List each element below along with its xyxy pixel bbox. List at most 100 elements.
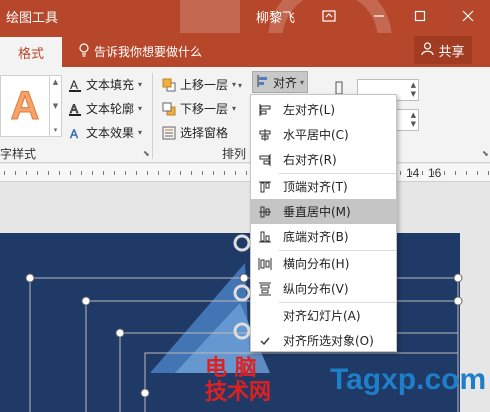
text-effects-icon: A	[68, 126, 82, 140]
align-dropdown-menu: 左对齐(L) 水平居中(C) 右对齐(R) 顶端对齐(T) 垂直居中(M) 底端…	[250, 94, 397, 352]
send-backward-button[interactable]: 下移一层 ▾	[162, 100, 236, 117]
text-outline-icon: A	[68, 102, 82, 116]
selection-pane-label: 选择窗格	[180, 126, 229, 140]
watermark-site: Tagxp.com	[330, 363, 487, 396]
selection-pane-icon	[162, 126, 176, 140]
menu-item-align-left[interactable]: 左对齐(L)	[251, 97, 396, 122]
ruler-tick	[81, 171, 82, 175]
align-label: 对齐	[273, 75, 298, 90]
align-button[interactable]: 对齐 ▾	[252, 71, 308, 93]
ruler-tick	[158, 171, 159, 175]
ruler-tick	[169, 171, 170, 175]
size-launcher-icon[interactable]: ⬊	[482, 149, 489, 158]
send-backward-icon	[162, 102, 176, 116]
ruler-tick	[180, 171, 181, 175]
ruler-tick	[444, 171, 445, 175]
ruler-tick	[246, 171, 247, 175]
menu-item-distribute-vertical[interactable]: 纵向分布(V)	[251, 276, 396, 301]
arrange-group-label: 排列	[222, 147, 247, 161]
distribute-vertical-icon	[257, 281, 273, 297]
menu-item-align-middle[interactable]: 垂直居中(M)	[251, 199, 396, 224]
user-name[interactable]: 柳黎飞	[256, 7, 295, 26]
ruler-tick	[26, 171, 27, 175]
ruler-number: 16	[428, 166, 442, 180]
watermark-cn: 电 脑 技术网	[205, 357, 271, 405]
align-right-icon	[257, 152, 273, 168]
person-icon	[421, 41, 435, 59]
distribute-horizontal-icon	[257, 256, 273, 272]
align-bottom-icon	[257, 229, 273, 245]
align-left-icon	[257, 102, 273, 118]
share-label: 共享	[438, 44, 465, 60]
watermark-cn-line2: 技术网	[205, 380, 272, 405]
selection-pane-button[interactable]: 选择窗格	[162, 124, 228, 141]
send-backward-label: 下移一层	[180, 102, 229, 116]
align-top-icon	[257, 179, 273, 195]
ruler-tick	[125, 171, 126, 175]
maximize-icon[interactable]	[407, 4, 433, 28]
menu-item-align-top[interactable]: 顶端对齐(T)	[251, 174, 396, 199]
ruler-tick	[466, 171, 467, 175]
checkmark-icon	[257, 333, 273, 349]
ruler-tick	[48, 171, 49, 175]
ruler-tick	[422, 171, 423, 175]
ruler-tick	[114, 171, 115, 175]
ruler-tick	[136, 171, 137, 175]
ribbon-body: A ▲ ▼ ▾ A 文本填充 ▾ A 文本轮廓 ▾ A 文本效果 ▾ 字样式 ⬊ 上移一层…	[0, 67, 490, 163]
align-center-icon	[257, 127, 273, 143]
ruler-tick	[235, 171, 236, 175]
bring-forward-label: 上移一层	[180, 78, 229, 92]
text-fill-icon: A	[68, 78, 82, 92]
tab-format[interactable]: 格式	[0, 37, 62, 67]
menu-item-align-selected-objects[interactable]: 对齐所选对象(O)	[251, 328, 396, 353]
ruler-number: 14	[406, 166, 420, 180]
lightbulb-icon	[78, 43, 90, 60]
bring-forward-icon	[162, 78, 176, 92]
context-tab-label: 绘图工具	[6, 11, 59, 26]
ruler-tick	[37, 171, 38, 175]
text-effects-label: 文本效果	[86, 126, 135, 140]
horizontal-ruler: 14 16	[0, 164, 490, 182]
ruler-tick	[15, 171, 16, 175]
wordart-launcher-icon[interactable]: ⬊	[143, 149, 150, 158]
ruler-tick	[191, 171, 192, 175]
menu-item-align-bottom[interactable]: 底端对齐(B)	[251, 224, 396, 249]
ruler-tick	[70, 171, 71, 175]
svg-text:A: A	[70, 102, 78, 116]
ribbon-tab-row: 格式 告诉我你想要做什么 共享	[0, 33, 490, 67]
ruler-tick	[147, 171, 148, 175]
tell-me-text: 告诉我你想要做什么	[94, 45, 203, 59]
ruler-tick	[92, 171, 93, 175]
menu-item-align-center[interactable]: 水平居中(C)	[251, 122, 396, 147]
text-fill-label: 文本填充	[86, 78, 135, 92]
ruler-tick	[477, 171, 478, 175]
text-outline-label: 文本轮廓	[86, 102, 135, 116]
minimize-icon[interactable]	[366, 4, 392, 28]
gallery-scroll[interactable]: ▲ ▼ ▾	[50, 75, 62, 137]
close-icon[interactable]	[455, 4, 481, 28]
ribbon-display-icon[interactable]	[316, 4, 342, 28]
menu-item-align-right[interactable]: 右对齐(R)	[251, 147, 396, 172]
align-middle-icon	[257, 204, 273, 220]
tell-me-box[interactable]: 告诉我你想要做什么	[78, 43, 202, 60]
ruler-tick	[488, 171, 489, 175]
ruler-tick	[400, 171, 401, 175]
share-button[interactable]: 共享	[414, 36, 472, 64]
menu-item-align-to-slide[interactable]: 对齐幻灯片(A)	[251, 303, 396, 328]
wordart-style-gallery[interactable]: A	[0, 75, 50, 137]
text-effects-button[interactable]: A 文本效果 ▾	[68, 124, 142, 141]
watermark-cn-line1: 电 脑	[205, 356, 257, 381]
svg-text:A: A	[70, 127, 78, 140]
menu-item-distribute-horizontal[interactable]: 横向分布(H)	[251, 251, 396, 276]
ruler-tick	[202, 171, 203, 175]
ruler-tick	[59, 171, 60, 175]
bring-forward-button[interactable]: 上移一层 ▾	[162, 76, 236, 93]
text-outline-button[interactable]: A 文本轮廓 ▾	[68, 100, 142, 117]
title-bar: 绘图工具 柳黎飞	[0, 0, 490, 33]
group-divider	[152, 73, 153, 159]
text-fill-button[interactable]: A 文本填充 ▾	[68, 76, 142, 93]
ruler-tick	[103, 171, 104, 175]
ruler-tick	[224, 171, 225, 175]
ruler-tick	[4, 171, 5, 175]
align-icon	[256, 74, 270, 91]
